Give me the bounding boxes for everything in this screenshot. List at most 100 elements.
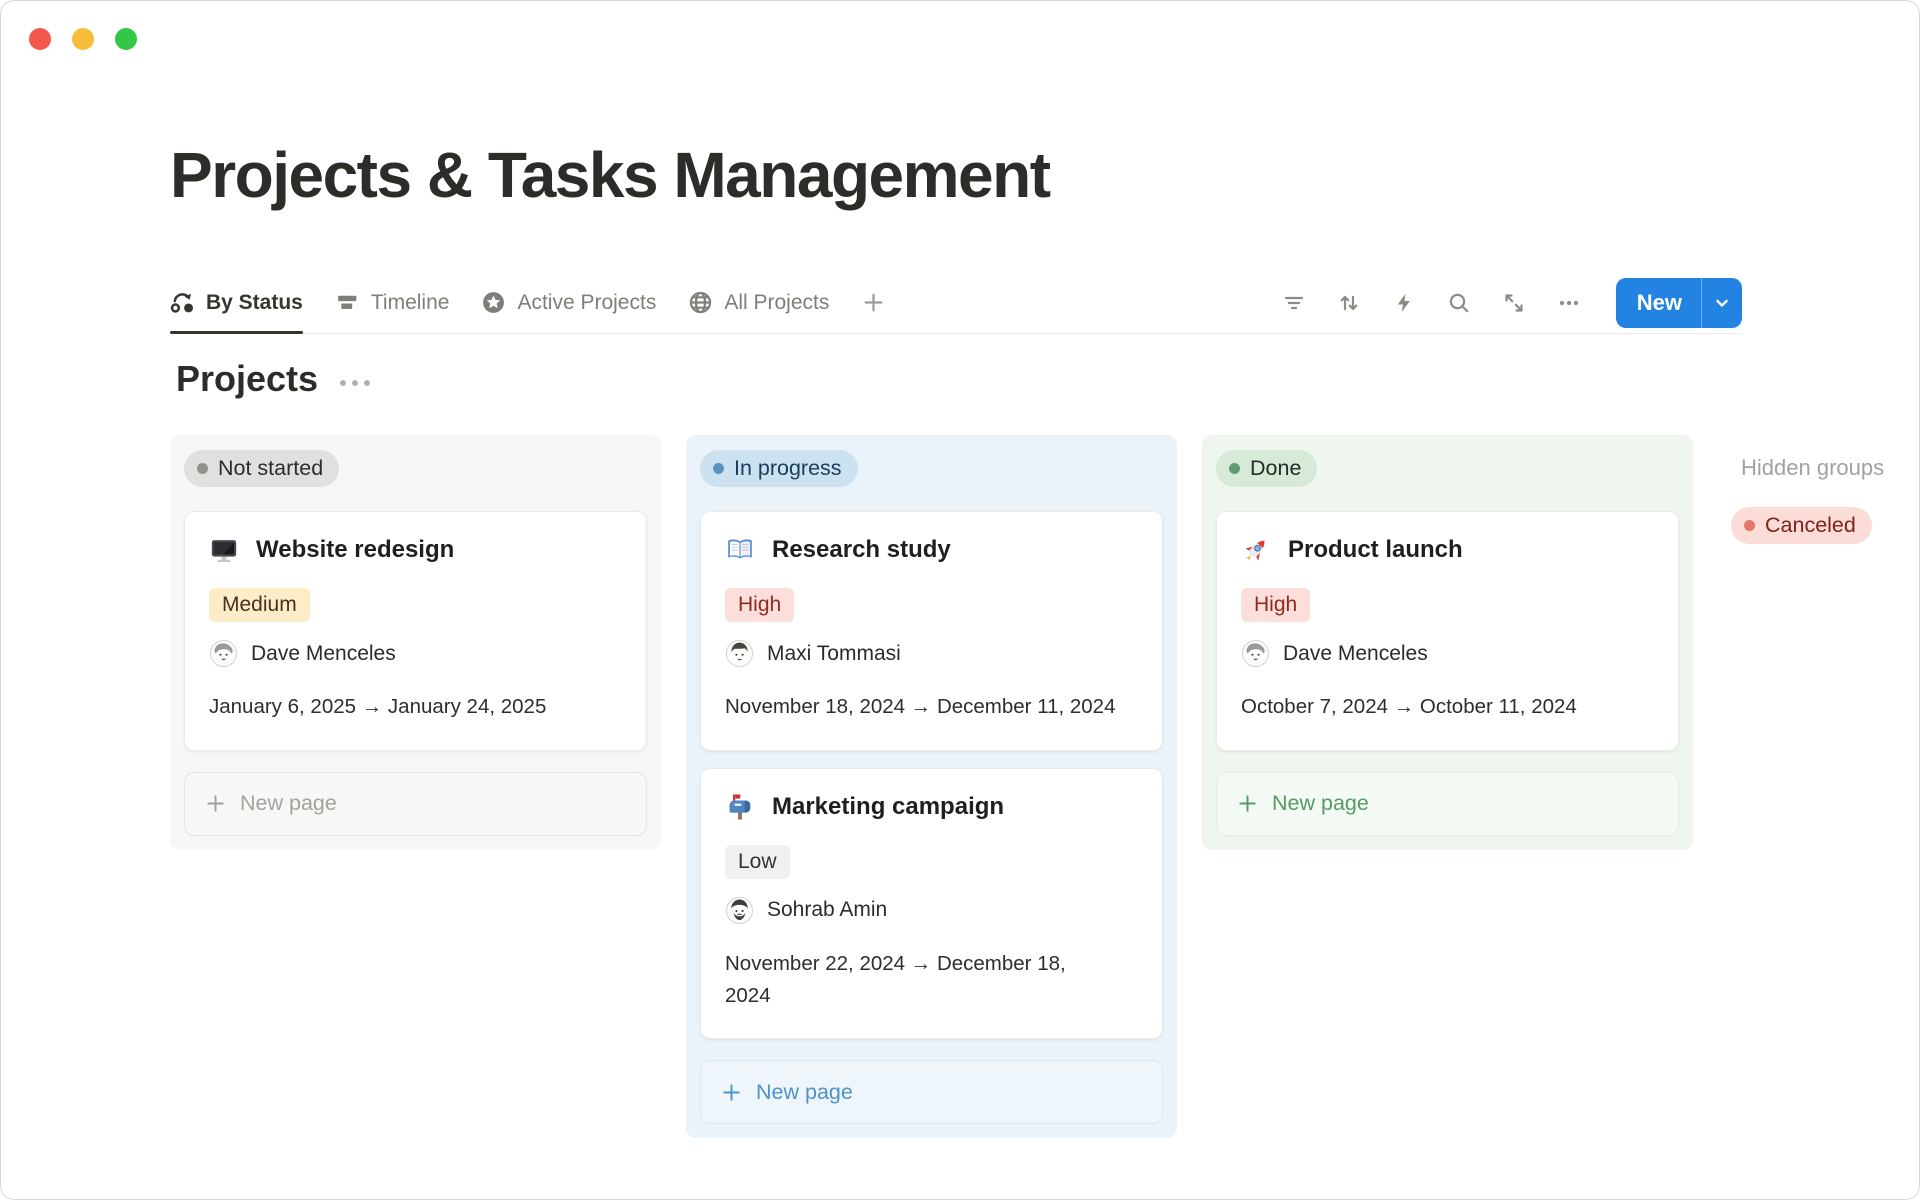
avatar-dave-menceles (209, 639, 238, 668)
sort-icon (1337, 291, 1361, 315)
assignee-row: Dave Menceles (1241, 639, 1660, 668)
status-dot (1744, 520, 1755, 531)
card-title: Product launch (1288, 536, 1463, 564)
group-header-in-progress[interactable]: In progress (700, 450, 858, 487)
tab-label: All Projects (724, 291, 829, 315)
card-product-launch[interactable]: Product launch High (1216, 511, 1679, 751)
date-range: January 6, 2025 → January 24, 2025 (209, 691, 628, 723)
card-title: Marketing campaign (772, 793, 1004, 821)
priority-tag: Low (725, 845, 790, 879)
column-in-progress: In progress (686, 435, 1177, 1138)
assignee-name: Dave Menceles (1283, 642, 1428, 666)
filter-button[interactable] (1282, 291, 1306, 315)
group-label: In progress (734, 456, 842, 481)
sort-button[interactable] (1337, 291, 1361, 315)
kanban-board: Not started W (170, 435, 1693, 1138)
section-more-button[interactable] (340, 372, 370, 386)
status-board-icon (170, 290, 195, 315)
priority-tag: High (725, 588, 794, 622)
chevron-down-icon (1712, 293, 1732, 313)
star-circle-icon (481, 290, 506, 315)
card-research-study[interactable]: Research study High (700, 511, 1163, 751)
group-label: Not started (218, 456, 323, 481)
view-tabbar: By Status Timeline Active Projects (170, 272, 1742, 334)
new-page-button-not-started[interactable]: New page (184, 772, 647, 836)
group-label: Canceled (1765, 513, 1856, 538)
tab-all-projects[interactable]: All Projects (688, 272, 829, 333)
hidden-groups-panel: Hidden groups Canceled (1731, 455, 1916, 544)
add-view-button[interactable] (861, 272, 886, 333)
ellipsis-icon (1557, 291, 1581, 315)
view-tabs: By Status Timeline Active Projects (170, 272, 886, 333)
card-list: Product launch High (1216, 511, 1679, 751)
rocket-icon (1241, 535, 1271, 565)
card-title: Website redesign (256, 536, 454, 564)
lightning-icon (1392, 291, 1416, 315)
plus-icon (1236, 792, 1259, 815)
timeline-icon (335, 290, 360, 315)
tab-label: Timeline (371, 291, 450, 315)
assignee-row: Maxi Tommasi (725, 639, 1144, 668)
new-button-group: New (1616, 278, 1742, 328)
card-marketing-campaign[interactable]: Marketing campaign Low (700, 768, 1163, 1040)
card-list: Website redesign Medium (184, 511, 647, 751)
tab-active-projects[interactable]: Active Projects (481, 272, 656, 333)
automations-button[interactable] (1392, 291, 1416, 315)
priority-tag: High (1241, 588, 1310, 622)
card-website-redesign[interactable]: Website redesign Medium (184, 511, 647, 751)
view-toolbar: New (1282, 278, 1742, 328)
plus-icon (204, 792, 227, 815)
notion-window: Projects & Tasks Management By Status Ti… (0, 0, 1920, 1200)
expand-icon (1502, 291, 1526, 315)
tab-by-status[interactable]: By Status (170, 272, 303, 333)
new-page-button-done[interactable]: New page (1216, 772, 1679, 836)
board-section-title: Projects (176, 358, 318, 400)
minimize-window-button[interactable] (72, 28, 94, 50)
zoom-window-button[interactable] (115, 28, 137, 50)
avatar-sohrab-amin (725, 896, 754, 925)
new-dropdown-button[interactable] (1702, 278, 1742, 328)
close-window-button[interactable] (29, 28, 51, 50)
card-title: Research study (772, 536, 951, 564)
board-section-header: Projects (176, 358, 370, 400)
plus-icon (861, 290, 886, 315)
desktop-computer-icon (209, 535, 239, 565)
more-button[interactable] (1557, 291, 1581, 315)
status-dot (197, 463, 208, 474)
new-page-label: New page (756, 1080, 853, 1105)
search-icon (1447, 291, 1471, 315)
search-button[interactable] (1447, 291, 1471, 315)
group-label: Done (1250, 456, 1301, 481)
card-list: Research study High (700, 511, 1163, 1039)
new-button[interactable]: New (1616, 278, 1701, 328)
expand-button[interactable] (1502, 291, 1526, 315)
plus-icon (720, 1081, 743, 1104)
avatar-maxi-tommasi (725, 639, 754, 668)
new-page-label: New page (240, 791, 337, 816)
window-controls (29, 28, 137, 50)
avatar-dave-menceles (1241, 639, 1270, 668)
mailbox-icon (725, 792, 755, 822)
status-dot (713, 463, 724, 474)
date-range: November 18, 2024 → December 11, 2024 (725, 691, 1144, 723)
assignee-row: Dave Menceles (209, 639, 628, 668)
tab-label: Active Projects (517, 291, 656, 315)
priority-tag: Medium (209, 588, 310, 622)
hidden-groups-label[interactable]: Hidden groups (1731, 455, 1916, 481)
hidden-group-canceled[interactable]: Canceled (1731, 507, 1872, 544)
group-header-not-started[interactable]: Not started (184, 450, 339, 487)
date-range: October 7, 2024 → October 11, 2024 (1241, 691, 1660, 723)
assignee-name: Dave Menceles (251, 642, 396, 666)
new-page-label: New page (1272, 791, 1369, 816)
tab-timeline[interactable]: Timeline (335, 272, 450, 333)
page-title: Projects & Tasks Management (170, 138, 1050, 212)
assignee-name: Sohrab Amin (767, 898, 887, 922)
group-header-done[interactable]: Done (1216, 450, 1317, 487)
assignee-row: Sohrab Amin (725, 896, 1144, 925)
filter-icon (1282, 291, 1306, 315)
column-not-started: Not started W (170, 435, 661, 850)
assignee-name: Maxi Tommasi (767, 642, 901, 666)
globe-icon (688, 290, 713, 315)
column-done: Done (1202, 435, 1693, 850)
new-page-button-in-progress[interactable]: New page (700, 1060, 1163, 1124)
